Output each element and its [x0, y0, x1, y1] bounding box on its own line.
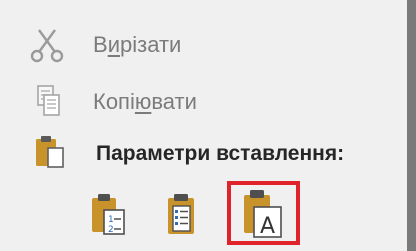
context-menu: Вирізати Копіювати Параметри вставлення: [0, 0, 416, 251]
menu-right-border [407, 0, 416, 251]
paste-keep-text-only-button[interactable]: A [227, 181, 300, 245]
paste-keep-source-formatting-button[interactable]: 1 2 [88, 192, 132, 242]
paste-text-icon: A [244, 190, 282, 239]
svg-text:2: 2 [108, 225, 114, 235]
menu-item-cut-label: Вирізати [93, 32, 182, 57]
menu-item-cut[interactable]: Вирізати [0, 22, 407, 68]
copy-icon [37, 85, 60, 116]
accelerator-key: и [107, 32, 120, 57]
menu-item-copy[interactable]: Копіювати [0, 79, 407, 125]
clipboard-icon [36, 136, 64, 168]
paste-merge-formatting-button[interactable] [160, 192, 204, 242]
paste-options-row: 1 2 A [0, 180, 407, 251]
paste-list-icon [168, 194, 194, 234]
paste-options-title: Параметри вставлення: [96, 142, 345, 165]
svg-text:A: A [260, 214, 275, 239]
paste-numbered-icon: 1 2 [92, 194, 125, 235]
accelerator-key: ю [134, 89, 152, 114]
scissors-icon [30, 29, 64, 63]
paste-options-header: Параметри вставлення: [0, 131, 407, 177]
svg-text:1: 1 [108, 215, 114, 225]
menu-item-copy-label: Копіювати [93, 89, 197, 114]
